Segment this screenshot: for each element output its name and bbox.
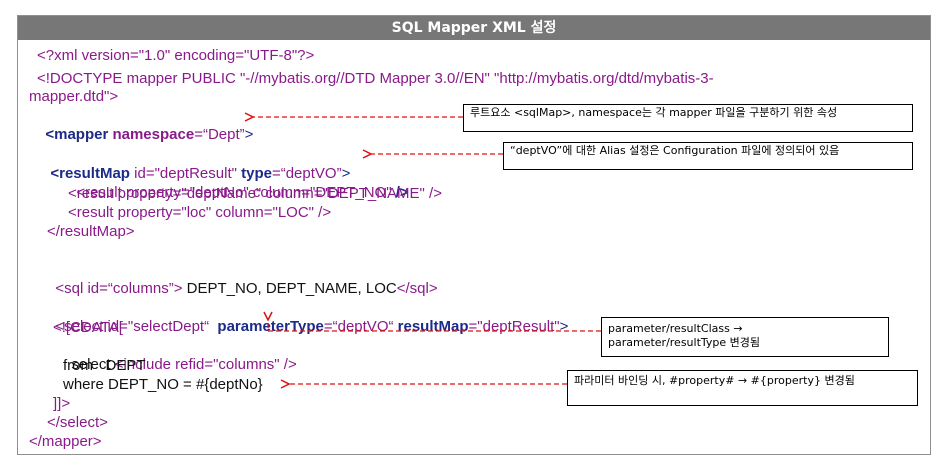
annotation-arrows	[0, 0, 601, 476]
arrow-parametertype	[268, 320, 601, 332]
